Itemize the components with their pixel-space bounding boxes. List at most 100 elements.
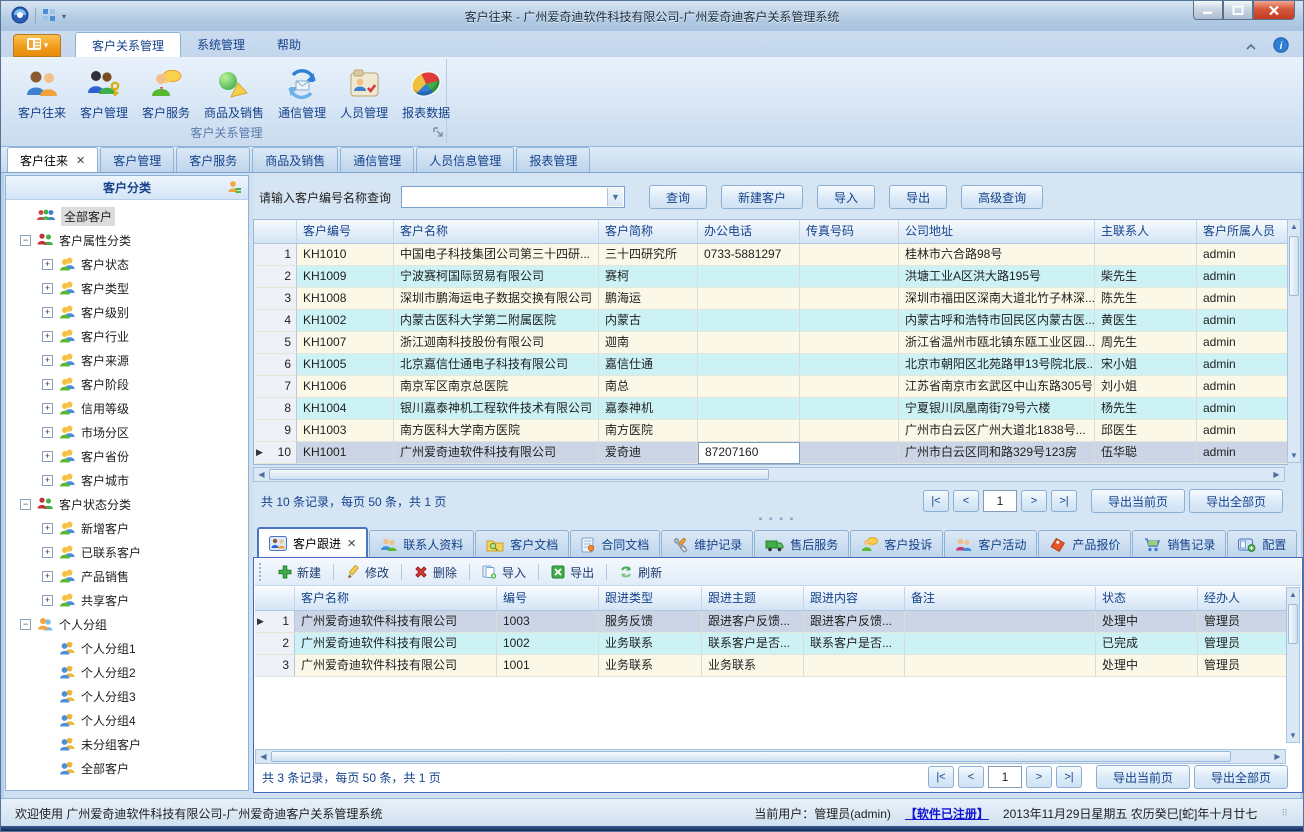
page-number-input[interactable]: 1: [988, 766, 1022, 788]
restore-button[interactable]: [1223, 1, 1253, 20]
table-row[interactable]: ▶10KH1001广州爱奇迪软件科技有限公司爱奇迪87207160广州市白云区同…: [254, 442, 1287, 464]
table-row[interactable]: 6KH1005北京嘉信仕通电子科技有限公司嘉信仕通北京市朝阳区北苑路甲13号院北…: [254, 354, 1287, 376]
close-tab-icon[interactable]: ✕: [76, 154, 85, 167]
last-page-button[interactable]: >|: [1056, 766, 1082, 788]
detail-horizontal-scrollbar[interactable]: ◀▶: [255, 749, 1286, 764]
tree-item[interactable]: 未分组客户: [6, 732, 248, 756]
tree-expander-icon[interactable]: +: [42, 523, 53, 534]
tree-item[interactable]: − 客户属性分类: [6, 228, 248, 252]
tree-item[interactable]: − 个人分组: [6, 612, 248, 636]
tree-item[interactable]: + 客户类型: [6, 276, 248, 300]
tree-expander-icon[interactable]: +: [42, 283, 53, 294]
table-row[interactable]: 1KH1010中国电子科技集团公司第三十四研...三十四研究所0733-5881…: [254, 244, 1287, 266]
tree-item[interactable]: 个人分组4: [6, 708, 248, 732]
column-header[interactable]: 客户所属人员: [1197, 220, 1289, 243]
column-header[interactable]: 客户简称: [599, 220, 698, 243]
advanced-search-button[interactable]: 高级查询: [961, 185, 1043, 209]
detail-tab-cart[interactable]: 销售记录: [1132, 530, 1226, 558]
table-row[interactable]: 5KH1007浙江迦南科技股份有限公司迦南浙江省温州市瓯北镇东瓯工业区园...周…: [254, 332, 1287, 354]
ribbon-item-goods-sales[interactable]: 商品及销售: [199, 63, 269, 124]
toolbar-delete-button[interactable]: 删除: [410, 562, 461, 583]
new-customer-button[interactable]: 新建客户: [721, 185, 803, 209]
column-header[interactable]: 经办人: [1198, 587, 1287, 610]
tree-expander-icon[interactable]: +: [42, 475, 53, 486]
ribbon-item-report[interactable]: 报表数据: [397, 63, 455, 124]
tree-item[interactable]: + 市场分区: [6, 420, 248, 444]
table-row[interactable]: 2KH1009宁波赛柯国际贸易有限公司赛柯洪塘工业A区洪大路195号柴先生adm…: [254, 266, 1287, 288]
table-row[interactable]: 7KH1006南京军区南京总医院南总江苏省南京市玄武区中山东路305号刘小姐ad…: [254, 376, 1287, 398]
tree-expander-icon[interactable]: +: [42, 331, 53, 342]
column-header[interactable]: 状态: [1096, 587, 1198, 610]
collapse-ribbon-icon[interactable]: [1245, 40, 1257, 54]
first-page-button[interactable]: |<: [928, 766, 954, 788]
doc-tab-1[interactable]: 客户管理: [100, 147, 174, 172]
detail-vertical-scrollbar[interactable]: ▲▼: [1286, 587, 1300, 743]
tree-item[interactable]: 全部客户: [6, 756, 248, 780]
doc-tab-6[interactable]: 报表管理: [516, 147, 590, 172]
tree-item[interactable]: + 客户级别: [6, 300, 248, 324]
tree-item[interactable]: 个人分组1: [6, 636, 248, 660]
tree-item[interactable]: + 新增客户: [6, 516, 248, 540]
tree-expander-icon[interactable]: +: [42, 403, 53, 414]
ribbon-item-communication[interactable]: 通信管理: [273, 63, 331, 124]
table-row[interactable]: 3KH1008深圳市鹏海运电子数据交换有限公司鹏海运深圳市福田区深南大道北竹子林…: [254, 288, 1287, 310]
search-button[interactable]: 查询: [649, 185, 707, 209]
splitter-handle[interactable]: ▪ ▪ ▪ ▪: [253, 514, 1301, 525]
tree-item[interactable]: + 客户省份: [6, 444, 248, 468]
close-tab-icon[interactable]: ✕: [347, 537, 356, 550]
tree-expander-icon[interactable]: +: [42, 259, 53, 270]
detail-tab-activity[interactable]: 客户活动: [944, 530, 1037, 558]
table-row[interactable]: 8KH1004银川嘉泰神机工程软件技术有限公司嘉泰神机宁夏银川凤凰南街79号六楼…: [254, 398, 1287, 420]
doc-tab-5[interactable]: 人员信息管理: [416, 147, 514, 172]
tree-item[interactable]: + 已联系客户: [6, 540, 248, 564]
tree-expander-icon[interactable]: +: [42, 307, 53, 318]
first-page-button[interactable]: |<: [923, 490, 949, 512]
import-button[interactable]: 导入: [817, 185, 875, 209]
prev-page-button[interactable]: <: [958, 766, 984, 788]
ribbon-item-staff[interactable]: 人员管理: [335, 63, 393, 124]
toolbar-add-button[interactable]: 新建: [274, 562, 325, 583]
column-header[interactable]: 客户名称: [394, 220, 599, 243]
main-grid-vertical-scrollbar[interactable]: ▲▼: [1287, 219, 1301, 463]
tree-item[interactable]: 个人分组2: [6, 660, 248, 684]
toolbar-import-doc-button[interactable]: 导入: [478, 562, 530, 583]
tree-expander-icon[interactable]: +: [42, 451, 53, 462]
tree-item[interactable]: + 客户来源: [6, 348, 248, 372]
column-header[interactable]: 传真号码: [800, 220, 899, 243]
detail-tab-complaint[interactable]: 客户投诉: [850, 530, 943, 558]
detail-tab-contacts[interactable]: 联系人资料: [369, 530, 474, 558]
detail-tab-follow[interactable]: 客户跟进 ✕: [257, 527, 368, 558]
ribbon-item-customer-manage[interactable]: 客户管理: [75, 63, 133, 124]
last-page-button[interactable]: >|: [1051, 490, 1077, 512]
ribbon-item-customers[interactable]: 客户往来: [13, 63, 71, 124]
tree-expander-icon[interactable]: +: [42, 547, 53, 558]
tree-item[interactable]: + 客户状态: [6, 252, 248, 276]
export-all-pages-button[interactable]: 导出全部页: [1194, 765, 1288, 789]
page-number-input[interactable]: 1: [983, 490, 1017, 512]
search-input[interactable]: ▼: [401, 186, 625, 208]
table-row[interactable]: 4KH1002内蒙古医科大学第二附属医院内蒙古内蒙古呼和浩特市回民区内蒙古医..…: [254, 310, 1287, 332]
column-header[interactable]: 客户名称: [295, 587, 497, 610]
tree-item[interactable]: 个人分组3: [6, 684, 248, 708]
doc-tab-2[interactable]: 客户服务: [176, 147, 250, 172]
tree-expander-icon[interactable]: +: [42, 355, 53, 366]
table-row[interactable]: 2广州爱奇迪软件科技有限公司1002业务联系联系客户是否...联系客户是否...…: [255, 633, 1286, 655]
detail-tab-tag[interactable]: 产品报价: [1038, 530, 1131, 558]
detail-tab-truck[interactable]: 售后服务: [754, 530, 849, 558]
tree-expander-icon[interactable]: +: [42, 595, 53, 606]
next-page-button[interactable]: >: [1026, 766, 1052, 788]
dialog-launcher-icon[interactable]: [433, 126, 443, 140]
main-grid-horizontal-scrollbar[interactable]: ◀▶: [253, 467, 1285, 482]
minimize-button[interactable]: [1193, 1, 1223, 20]
close-button[interactable]: [1253, 1, 1295, 20]
column-header[interactable]: 跟进类型: [599, 587, 702, 610]
column-header[interactable]: 跟进主题: [702, 587, 804, 610]
doc-tab-4[interactable]: 通信管理: [340, 147, 414, 172]
column-header[interactable]: 公司地址: [899, 220, 1095, 243]
detail-tab-config[interactable]: 配置: [1227, 530, 1297, 558]
tree-item[interactable]: + 共享客户: [6, 588, 248, 612]
column-header[interactable]: 办公电话: [698, 220, 800, 243]
export-button[interactable]: 导出: [889, 185, 947, 209]
toolbar-edit-button[interactable]: 修改: [342, 562, 393, 583]
help-icon[interactable]: i: [1273, 37, 1289, 56]
